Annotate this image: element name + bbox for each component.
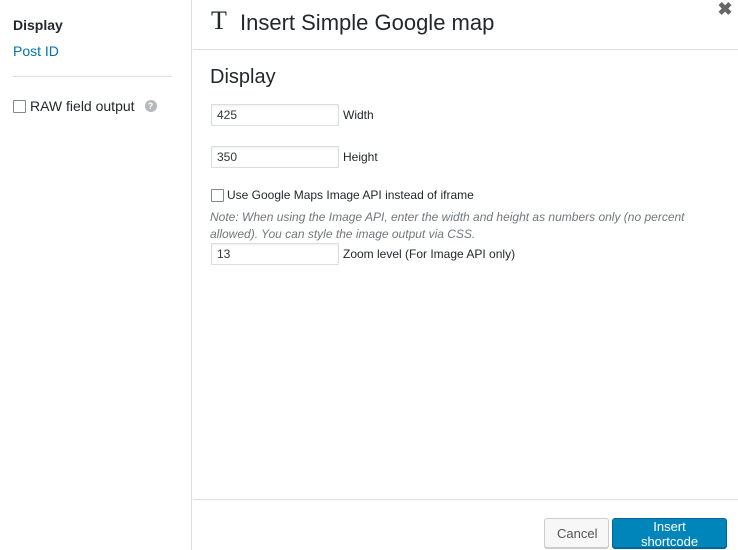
- close-icon[interactable]: ✖: [717, 0, 733, 18]
- cancel-button[interactable]: Cancel: [544, 518, 609, 548]
- raw-field-output-option: RAW field output ?: [13, 97, 157, 115]
- section-title-display: Display: [210, 66, 276, 88]
- sidebar-link-post-id[interactable]: Post ID: [13, 43, 59, 59]
- sidebar: Display Post ID RAW field output ?: [0, 0, 192, 550]
- text-type-icon: T: [211, 6, 227, 35]
- height-input[interactable]: [211, 146, 339, 168]
- width-input[interactable]: [211, 104, 339, 126]
- help-icon[interactable]: ?: [144, 100, 157, 112]
- height-label: Height: [343, 150, 378, 164]
- width-row: Width: [211, 104, 374, 126]
- height-row: Height: [211, 146, 378, 168]
- dialog-footer: Cancel Insert shortcode: [193, 499, 738, 550]
- dialog-header: T Insert Simple Google map ✖: [193, 0, 738, 50]
- raw-field-output-label[interactable]: RAW field output: [30, 98, 135, 114]
- image-api-label[interactable]: Use Google Maps Image API instead of ifr…: [227, 188, 474, 202]
- raw-field-output-checkbox[interactable]: [13, 99, 26, 113]
- image-api-note: Note: When using the Image API, enter th…: [210, 210, 685, 241]
- zoom-label: Zoom level (For Image API only): [343, 247, 516, 261]
- image-api-row: Use Google Maps Image API instead of ifr…: [211, 188, 474, 202]
- width-label: Width: [343, 108, 374, 122]
- zoom-input[interactable]: [211, 243, 339, 265]
- dialog-title: Insert Simple Google map: [240, 10, 495, 35]
- zoom-row: Zoom level (For Image API only): [211, 243, 515, 265]
- insert-shortcode-button[interactable]: Insert shortcode: [612, 518, 727, 549]
- sidebar-heading-display: Display: [13, 17, 63, 33]
- sidebar-divider: [13, 76, 172, 77]
- image-api-checkbox[interactable]: [211, 188, 224, 202]
- dialog-content: Display Width Height Use Google Maps Ima…: [193, 51, 738, 499]
